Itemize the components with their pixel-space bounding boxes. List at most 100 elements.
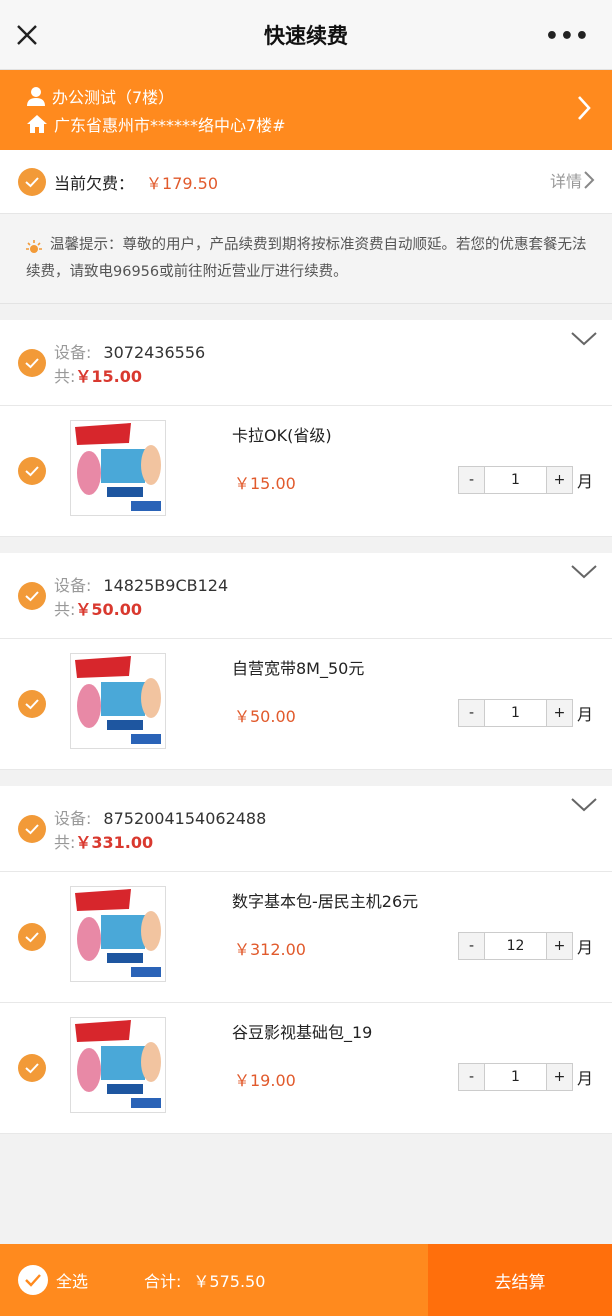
check-icon <box>25 176 39 187</box>
checkout-bar: 全选 合计: ￥575.50 去结算 <box>0 1244 612 1316</box>
user-icon <box>27 87 45 106</box>
product-item: 数字基本包-居民主机26元 ￥312.00 - 12 + 月 <box>0 872 612 1003</box>
product-item: 自营宽带8M_50元 ￥50.00 - 1 + 月 <box>0 639 612 770</box>
product-thumbnail <box>70 886 166 982</box>
quantity-input[interactable]: 12 <box>484 933 547 959</box>
quantity-stepper: - 1 + <box>458 1063 573 1091</box>
quantity-input[interactable]: 1 <box>484 700 547 726</box>
tip-text: 温馨提示：尊敬的用户，产品续费到期将按标准资费自动顺延。若您的优惠套餐无法续费，… <box>26 237 587 280</box>
device-id: 3072436556 <box>103 342 206 362</box>
check-icon <box>25 699 39 710</box>
device-group: 设备: 3072436556 共:￥15.00 卡拉OK(省级) ￥15.00 -… <box>0 320 612 537</box>
item-checkbox[interactable] <box>18 457 46 485</box>
product-thumbnail <box>70 420 166 516</box>
decrement-button[interactable]: - <box>459 467 484 493</box>
page-title: 快速续费 <box>264 23 348 48</box>
quantity-stepper: - 1 + <box>458 466 573 494</box>
address-text: 广东省惠州市******络中心7楼# <box>54 116 286 135</box>
debt-label: 当前欠费： <box>54 173 135 193</box>
check-icon <box>25 823 39 834</box>
home-icon <box>27 115 47 133</box>
check-icon <box>25 1063 39 1074</box>
current-debt-row: 当前欠费： ￥179.50 详情 <box>0 150 612 214</box>
more-menu-icon[interactable]: ••• <box>545 24 590 49</box>
product-thumbnail <box>70 653 166 749</box>
device-header: 设备: 14825B9CB124 共:￥50.00 <box>0 553 612 639</box>
total-label: 共: <box>54 832 76 852</box>
check-icon <box>25 1274 41 1287</box>
decrement-button[interactable]: - <box>459 700 484 726</box>
product-item: 谷豆影视基础包_19 ￥19.00 - 1 + 月 <box>0 1003 612 1134</box>
check-icon <box>25 932 39 943</box>
device-checkbox[interactable] <box>18 814 46 843</box>
device-checkbox[interactable] <box>18 581 46 610</box>
close-icon[interactable] <box>14 22 40 48</box>
unit-label: 月 <box>577 472 594 491</box>
device-group: 设备: 14825B9CB124 共:￥50.00 自营宽带8M_50元 ￥50.… <box>0 553 612 770</box>
decrement-button[interactable]: - <box>459 933 484 959</box>
chevron-down-icon[interactable] <box>570 330 598 348</box>
detail-label: 详情 <box>549 172 582 191</box>
product-price: ￥19.00 <box>234 1071 296 1090</box>
device-total: ￥331.00 <box>75 832 154 852</box>
device-label: 设备: <box>54 342 92 362</box>
chevron-down-icon[interactable] <box>570 563 598 581</box>
quantity-stepper: - 1 + <box>458 699 573 727</box>
device-total: ￥50.00 <box>75 599 143 619</box>
increment-button[interactable]: + <box>547 933 572 959</box>
detail-link[interactable]: 详情 <box>550 168 596 192</box>
device-id: 14825B9CB124 <box>103 575 229 595</box>
increment-button[interactable]: + <box>547 467 572 493</box>
checkout-button[interactable]: 去结算 <box>428 1244 612 1316</box>
product-name: 谷豆影视基础包_19 <box>232 1023 373 1042</box>
device-header: 设备: 8752004154062488 共:￥331.00 <box>0 786 612 872</box>
account-name: 办公测试（7楼） <box>52 88 175 107</box>
product-price: ￥312.00 <box>234 940 306 959</box>
chevron-right-icon[interactable] <box>576 94 592 122</box>
device-label: 设备: <box>54 808 92 828</box>
increment-button[interactable]: + <box>547 700 572 726</box>
decrement-button[interactable]: - <box>459 1064 484 1090</box>
quantity-stepper: - 12 + <box>458 932 573 960</box>
device-header: 设备: 3072436556 共:￥15.00 <box>0 320 612 406</box>
sun-icon <box>26 240 42 253</box>
chevron-down-icon[interactable] <box>570 796 598 814</box>
product-item: 卡拉OK(省级) ￥15.00 - 1 + 月 <box>0 406 612 537</box>
device-checkbox[interactable] <box>18 348 46 377</box>
total-label: 共: <box>54 366 76 386</box>
product-thumbnail <box>70 1017 166 1113</box>
grand-total: ￥575.50 <box>193 1272 266 1291</box>
quantity-input[interactable]: 1 <box>484 1064 547 1090</box>
tip-box: 温馨提示：尊敬的用户，产品续费到期将按标准资费自动顺延。若您的优惠套餐无法续费，… <box>0 214 612 304</box>
unit-label: 月 <box>577 705 594 724</box>
total-label: 共: <box>54 599 76 619</box>
item-checkbox[interactable] <box>18 923 46 951</box>
top-bar: 快速续费 ••• <box>0 0 612 70</box>
device-group: 设备: 8752004154062488 共:￥331.00 数字基本包-居民主机… <box>0 786 612 1134</box>
grand-total-label: 合计: <box>144 1272 182 1291</box>
item-checkbox[interactable] <box>18 1054 46 1082</box>
select-all-toggle[interactable]: 全选 <box>18 1265 88 1295</box>
check-icon <box>25 590 39 601</box>
increment-button[interactable]: + <box>547 1064 572 1090</box>
product-price: ￥50.00 <box>234 707 296 726</box>
item-checkbox[interactable] <box>18 690 46 718</box>
address-bar[interactable]: 办公测试（7楼） 广东省惠州市******络中心7楼# <box>0 70 612 150</box>
select-all-label: 全选 <box>56 1272 89 1291</box>
product-name: 卡拉OK(省级) <box>232 426 332 445</box>
select-all-checkbox[interactable] <box>18 1265 48 1295</box>
chevron-right-icon <box>584 171 595 189</box>
quantity-input[interactable]: 1 <box>484 467 547 493</box>
device-id: 8752004154062488 <box>103 808 267 828</box>
product-price: ￥15.00 <box>234 474 296 493</box>
product-name: 数字基本包-居民主机26元 <box>232 892 419 911</box>
debt-checkbox[interactable] <box>18 167 46 196</box>
device-total: ￥15.00 <box>75 366 143 386</box>
device-label: 设备: <box>54 575 92 595</box>
check-icon <box>25 357 39 368</box>
debt-amount: ￥179.50 <box>146 173 219 193</box>
product-name: 自营宽带8M_50元 <box>232 659 365 678</box>
check-icon <box>25 466 39 477</box>
unit-label: 月 <box>577 938 594 957</box>
unit-label: 月 <box>577 1069 594 1088</box>
